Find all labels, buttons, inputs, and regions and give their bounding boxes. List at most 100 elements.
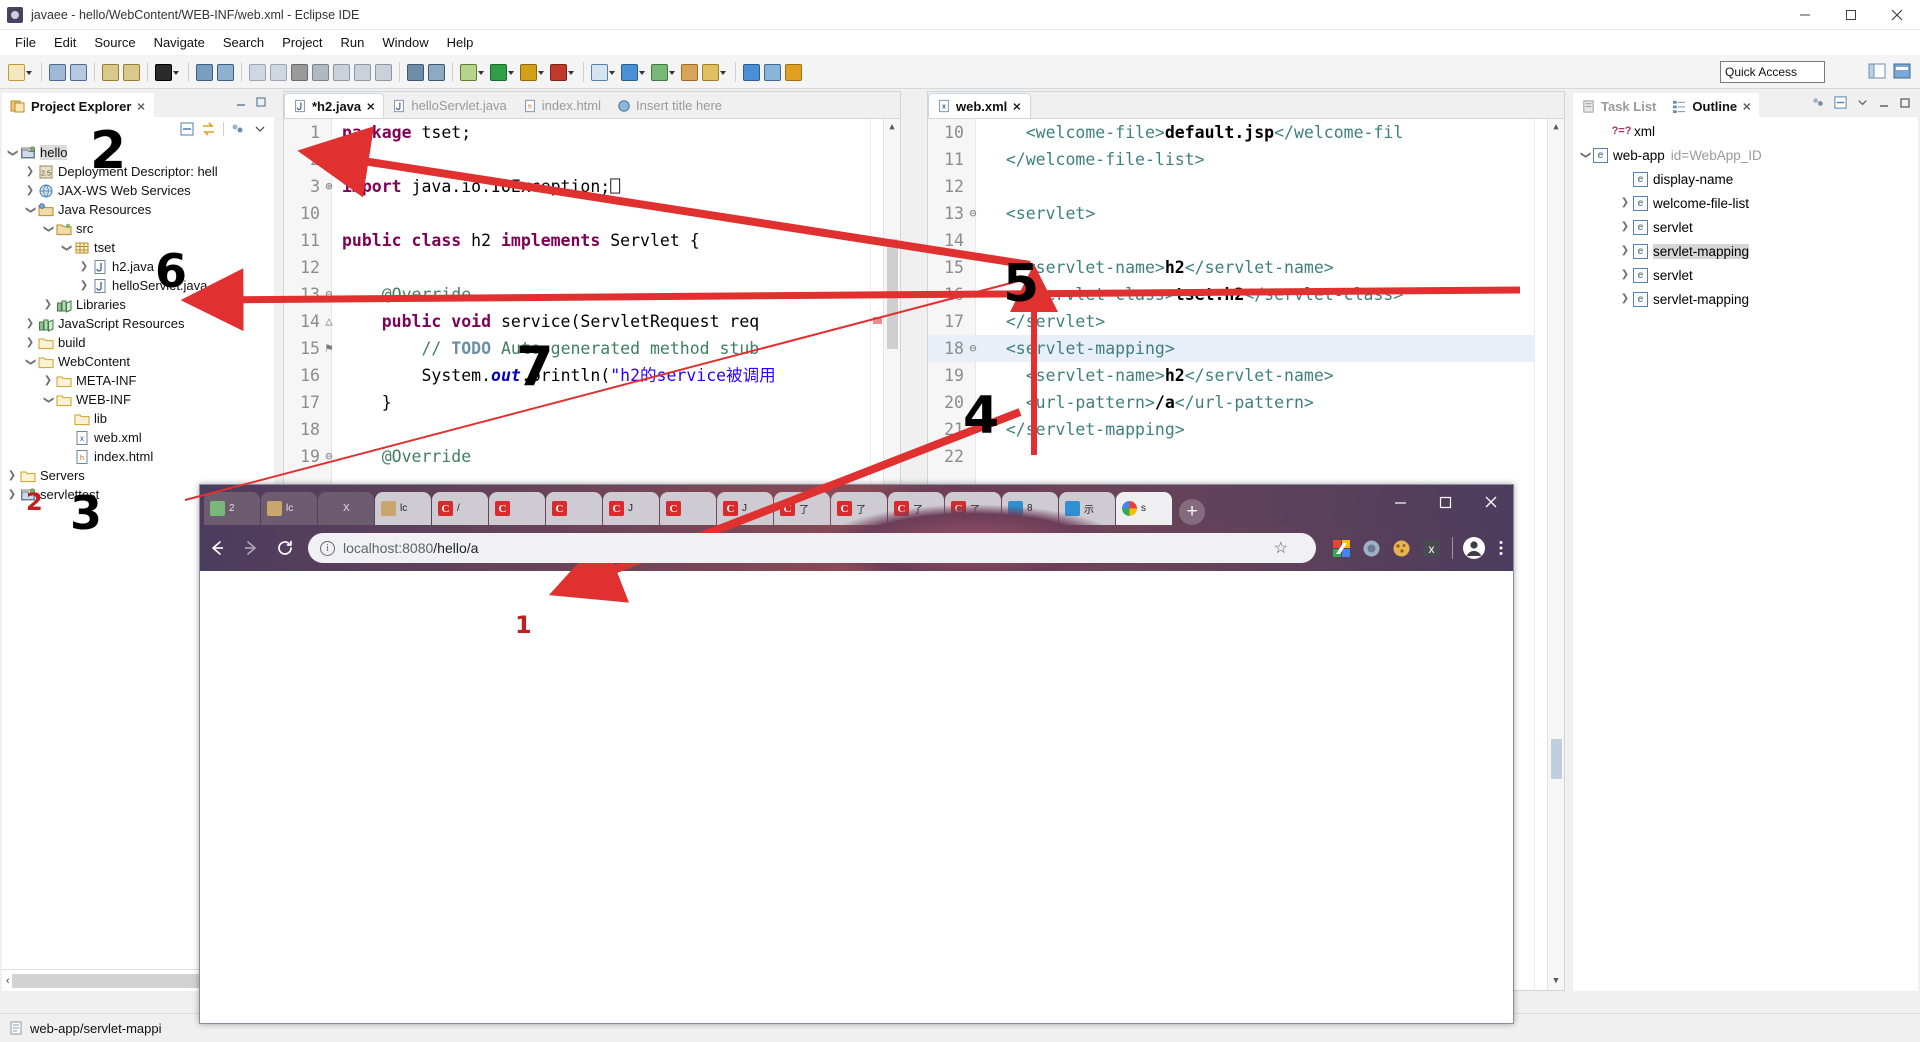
browser-tab[interactable]: X	[318, 492, 374, 525]
code-line[interactable]: 16 <servlet-class>tset.h2</servlet-class…	[928, 281, 1564, 308]
chevron-down-icon[interactable]	[608, 64, 617, 80]
code-line[interactable]: 13 ⊖ @Override	[284, 281, 900, 308]
twisty-right-icon[interactable]: ❯	[4, 487, 20, 503]
twisty-right-icon[interactable]: ❯	[22, 316, 38, 332]
toolbar-debug-icon[interactable]	[153, 59, 183, 85]
fold-marker[interactable]	[322, 200, 336, 227]
toolbar-export-icon[interactable]	[100, 59, 121, 85]
code-line[interactable]: 19 ⊖ @Override	[284, 443, 900, 470]
browser-tab[interactable]: C	[489, 492, 545, 525]
editor-tab-insert-title-here[interactable]: Insert title here	[609, 93, 730, 118]
chevron-down-icon[interactable]	[172, 64, 181, 80]
outline-item-display-name[interactable]: e display-name	[1573, 167, 1918, 191]
toolbar-new-wizard-icon[interactable]	[6, 59, 36, 85]
reload-button[interactable]	[268, 531, 302, 565]
toolbar-disconnect-icon[interactable]	[310, 59, 331, 85]
tree-item-h2-java[interactable]: ❯ h2.java	[2, 257, 274, 276]
toolbar-debug-server-icon[interactable]	[548, 59, 578, 85]
minimize-view-icon[interactable]	[1877, 96, 1891, 110]
maximize-button[interactable]	[1828, 0, 1874, 30]
fold-marker[interactable]: △	[322, 308, 336, 335]
code-line[interactable]: 1 package tset;	[284, 119, 900, 146]
menu-item-edit[interactable]: Edit	[45, 32, 85, 53]
collapse-all-icon[interactable]	[179, 121, 195, 137]
code-line[interactable]: 18 ⊖ <servlet-mapping>	[928, 335, 1564, 362]
menu-item-help[interactable]: Help	[438, 32, 483, 53]
code-line[interactable]: 21 </servlet-mapping>	[928, 416, 1564, 443]
close-button[interactable]	[1874, 0, 1920, 30]
code-line[interactable]: 17 }	[284, 389, 900, 416]
code-line[interactable]: 2	[284, 146, 900, 173]
chevron-down-icon[interactable]	[668, 64, 677, 80]
twisty-right-icon[interactable]: ❯	[1617, 291, 1633, 307]
twisty-right-icon[interactable]: ❯	[40, 373, 56, 389]
browser-tab[interactable]: lc	[261, 492, 317, 525]
toolbar-run-server-icon[interactable]	[518, 59, 548, 85]
menu-item-file[interactable]: File	[6, 32, 45, 53]
fold-marker[interactable]	[966, 416, 980, 443]
toolbar-open-task-icon[interactable]	[679, 59, 700, 85]
fold-marker[interactable]	[966, 281, 980, 308]
toolbar-save-all-icon[interactable]	[68, 59, 89, 85]
fold-marker[interactable]	[966, 362, 980, 389]
code-line[interactable]: 20 <url-pattern>/a</url-pattern>	[928, 389, 1564, 416]
chevron-down-icon[interactable]	[477, 64, 486, 80]
open-perspective-icon[interactable]	[1867, 61, 1887, 81]
view-menu-icon[interactable]	[230, 121, 246, 137]
fold-marker[interactable]	[966, 146, 980, 173]
warning-marker[interactable]	[873, 317, 882, 324]
tree-item-tset[interactable]: ❯ tset	[2, 238, 274, 257]
code-line[interactable]: 13 ⊖ <servlet>	[928, 200, 1564, 227]
browser-tab[interactable]: C	[546, 492, 602, 525]
twisty-down-icon[interactable]: ❯	[40, 392, 56, 408]
extension-cookie-icon[interactable]	[1386, 531, 1416, 565]
toolbar-open-type-icon[interactable]	[649, 59, 679, 85]
outline-item-servlet[interactable]: ❯ e servlet	[1573, 263, 1918, 287]
twisty-right-icon[interactable]: ❯	[1617, 219, 1633, 235]
toolbar-ant-icon[interactable]	[762, 59, 783, 85]
fold-marker[interactable]: ⊖	[966, 335, 980, 362]
outline-item-web-app[interactable]: ❯ e web-app id=WebApp_ID	[1573, 143, 1918, 167]
fold-marker[interactable]	[966, 308, 980, 335]
link-with-editor-icon[interactable]	[201, 121, 217, 137]
tree-item-servers[interactable]: ❯ Servers	[2, 466, 274, 485]
toolbar-terminate-icon[interactable]	[289, 59, 310, 85]
address-bar[interactable]: i localhost:8080/hello/a ☆	[308, 533, 1316, 563]
code-line[interactable]: 10 <welcome-file>default.jsp</welcome-fi…	[928, 119, 1564, 146]
fold-marker[interactable]: ⊖	[322, 281, 336, 308]
twisty-right-icon[interactable]: ❯	[1617, 267, 1633, 283]
code-line[interactable]: 14	[928, 227, 1564, 254]
scroll-down-icon[interactable]: ▼	[1548, 973, 1564, 990]
twisty-right-icon[interactable]: ❯	[4, 468, 20, 484]
tree-item-src[interactable]: ❯ src	[2, 219, 274, 238]
tree-item-java-resources[interactable]: ❯ Java Resources	[2, 200, 274, 219]
twisty-right-icon[interactable]: ❯	[22, 164, 38, 180]
javaee-perspective-icon[interactable]	[1892, 61, 1912, 81]
tree-item-libraries[interactable]: ❯ Libraries	[2, 295, 274, 314]
chrome-menu-button[interactable]	[1489, 531, 1513, 565]
outline-item-xml[interactable]: ?=? xml	[1573, 119, 1918, 143]
fold-marker[interactable]	[966, 443, 980, 470]
tree-item-web-xml[interactable]: x web.xml	[2, 428, 274, 447]
code-line[interactable]: 15 <servlet-name>h2</servlet-name>	[928, 254, 1564, 281]
view-dropdown-icon[interactable]	[1855, 95, 1870, 110]
twisty-down-icon[interactable]: ❯	[40, 221, 56, 237]
browser-tab[interactable]: C了	[774, 492, 830, 525]
toolbar-download-icon[interactable]	[783, 59, 804, 85]
maximize-view-icon[interactable]	[1898, 96, 1912, 110]
code-line[interactable]: 18	[284, 416, 900, 443]
fold-marker[interactable]	[966, 119, 980, 146]
fold-marker[interactable]	[966, 173, 980, 200]
fold-marker[interactable]	[322, 389, 336, 416]
browser-tab[interactable]: 2	[204, 492, 260, 525]
browser-tab[interactable]: C	[660, 492, 716, 525]
view-dropdown-icon[interactable]	[252, 121, 268, 137]
editor-tab-helloservlet-java[interactable]: helloServlet.java	[384, 93, 514, 118]
twisty-down-icon[interactable]: ❯	[58, 240, 74, 256]
menu-item-project[interactable]: Project	[273, 32, 331, 53]
toolbar-edit-icon[interactable]	[700, 59, 730, 85]
tree-item-javascript-resources[interactable]: ❯ JavaScript Resources	[2, 314, 274, 333]
fold-marker[interactable]: ⊖	[322, 443, 336, 470]
twisty-right-icon[interactable]: ❯	[22, 335, 38, 351]
fold-marker[interactable]	[966, 389, 980, 416]
